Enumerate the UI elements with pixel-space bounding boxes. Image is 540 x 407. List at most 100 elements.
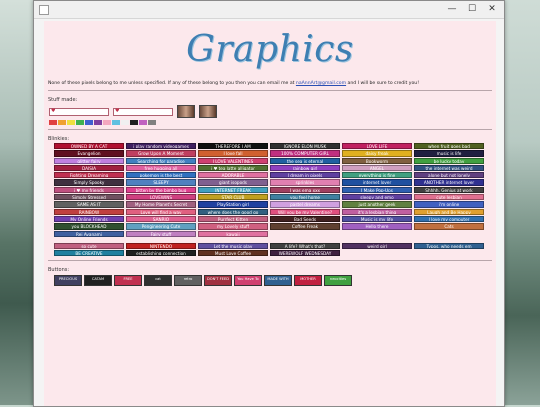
blinkie: RAINBOW: [54, 208, 124, 215]
pride-flag: [148, 120, 156, 125]
button-88x31: DON'T FEED: [204, 275, 232, 287]
blinkie: sprinkles: [270, 179, 340, 186]
blinkie: i play random videogames: [126, 143, 196, 150]
close-button[interactable]: ✕: [486, 4, 498, 15]
blinkie: internet lover: [342, 179, 412, 186]
stuff-made-heading: Stuff made:: [48, 97, 78, 103]
blinkie: Music is my life: [342, 215, 412, 223]
blinkie: STAR CLUB: [198, 194, 268, 201]
blinkie: Let the music play: [198, 242, 268, 250]
blinkie: music is life: [414, 150, 484, 157]
blinkies-heading: Blinkies:: [48, 136, 70, 142]
blinkie: Hello there: [342, 223, 412, 230]
blinkie: everything is fine: [342, 172, 412, 179]
blinkie: Fighting Dreaming: [54, 172, 124, 179]
buttons-heading: Buttons:: [48, 267, 70, 274]
pride-flag: [112, 120, 120, 125]
button-88x31: retro: [174, 275, 202, 287]
stuff-made-row: [49, 105, 496, 118]
blinkie: I dream in pixels: [270, 172, 340, 179]
blinkie: Rei Ayanami: [54, 230, 124, 237]
button-88x31: You Have To: [234, 275, 262, 287]
blinkie: ANGEL: [342, 164, 412, 172]
blinkie: SAME AS IT: [54, 201, 124, 208]
blinkie: when fruit goes bad: [414, 143, 484, 150]
blinkie: Simply Stressed: [54, 194, 124, 201]
blinkie: daisy freak: [342, 150, 412, 157]
blinkie: the internet was weird: [414, 164, 484, 172]
blinkie: alone but not lonely: [414, 172, 484, 179]
minimize-button[interactable]: —: [446, 4, 458, 15]
blinkie: 100% COMPUTER GIRL: [270, 150, 340, 157]
blinkie: my Lovely stuff: [198, 223, 268, 230]
maximize-button[interactable]: ☐: [466, 4, 478, 15]
divider: [48, 90, 492, 91]
blinkies-grid: OWNED BY A CAT i play random videogames TH…: [54, 143, 490, 237]
blinkie: i'm online: [414, 201, 484, 208]
blinkie: Must Love Coffee: [198, 250, 268, 257]
blinkie: ADORABLE: [198, 172, 268, 179]
stamp-image-2: [199, 105, 217, 118]
blinkie: the sea is eternal: [270, 157, 340, 164]
blinkie: kawaii: [198, 230, 268, 237]
blinkie: Love will find a way: [126, 208, 196, 215]
button-88x31: neocities: [324, 275, 352, 287]
blinkie: PlayStation girl: [198, 201, 268, 208]
blinkie: I love fall: [198, 150, 268, 157]
blinkie: it's a lesbian thing: [342, 208, 412, 215]
divider: [48, 260, 492, 262]
blinkie: I was ema xxx: [270, 186, 340, 194]
pride-flag: [76, 120, 84, 125]
notice-text: None of these pixels belong to me unless…: [48, 81, 296, 86]
blinkie: i ♥ my friends: [54, 186, 124, 194]
blinkie: THEREFORE I AM: [198, 143, 268, 150]
blinkie: WEREWOLF WEDNESDAY: [270, 250, 340, 257]
pride-flag: [103, 120, 111, 125]
blinkie: cute lesbian: [414, 194, 484, 201]
browser-window: — ☐ ✕ Graphics None of these pixels belo…: [33, 0, 505, 407]
blinkie: My Online Friends: [54, 215, 124, 223]
blinkie: Bad Seeds: [270, 215, 340, 223]
buttons-grid: PRECIOUS CATAM FREE cat retro DON'T FEED You H…: [54, 275, 490, 287]
pride-flag: [67, 120, 75, 125]
blinkie: establishing connection: [126, 250, 196, 257]
blinkie: My Home Planet's Secret: [126, 201, 196, 208]
blinkie: i ♥ tea latte alligator: [198, 164, 268, 172]
page-logo: Graphics: [186, 29, 354, 70]
button-88x31: FREE: [114, 275, 142, 287]
blinkie: rainbow girl: [270, 164, 340, 172]
blinkie: NINTENDO: [126, 242, 196, 250]
email-link[interactable]: naAnnArt@gmail.com: [296, 81, 346, 86]
title-bar[interactable]: — ☐ ✕: [34, 1, 504, 19]
pride-flag: [58, 120, 66, 125]
blinkie: Bookworm: [342, 157, 412, 164]
blinkie: ANOTHER internet lover: [414, 179, 484, 186]
blinkie: you BLOCKHEAD: [54, 223, 124, 230]
window-controls: — ☐ ✕: [446, 4, 498, 15]
blinkie: LOVEWINS: [126, 194, 196, 201]
blinkie: Laugh and Be Happy: [414, 208, 484, 215]
blinkie: SANRIO: [126, 215, 196, 223]
page-content: Graphics None of these pixels belong to …: [44, 21, 496, 406]
blinkie: I love my computer: [414, 215, 484, 223]
pride-flag: [85, 120, 93, 125]
pride-flag: [130, 120, 138, 125]
blinkie: Fairy stuff: [126, 230, 196, 237]
pride-flag: [49, 120, 57, 125]
blinkie: BE CREATIVE: [54, 250, 124, 257]
blinkie: A life? What's that?: [270, 242, 340, 250]
blinkie: Pengineering Cute: [126, 223, 196, 230]
blinkie: INTERNET FREAK: [198, 186, 268, 194]
button-88x31: PRECIOUS: [54, 275, 82, 287]
blinkie: glitter fairy: [54, 157, 124, 164]
blinkie: so cute: [54, 242, 124, 250]
pride-flag-row: [49, 120, 496, 125]
blinkie: where does the good go: [198, 208, 268, 215]
heart-blinkie-1: [49, 107, 109, 116]
blinkie: Simply Spooky: [54, 179, 124, 186]
blinkie: I LOVE VALENTINES: [198, 157, 268, 164]
blinkie: Typos, who needs em: [414, 242, 484, 250]
heart-blinkie-2: [113, 107, 173, 116]
blinkie: LOVE LIFE: [342, 143, 412, 150]
credit-notice: None of these pixels belong to me unless…: [48, 81, 496, 86]
